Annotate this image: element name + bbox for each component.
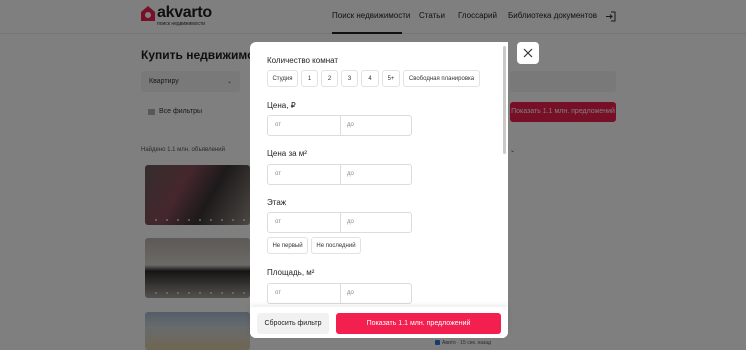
floor-from-input[interactable]: от	[275, 219, 281, 225]
area-from-input[interactable]: от	[275, 290, 281, 296]
modal-scrollbar[interactable]	[503, 46, 506, 154]
room-option-5plus[interactable]: 5+	[382, 70, 400, 87]
area-range: от до	[267, 283, 412, 304]
floor-title: Этаж	[267, 198, 287, 207]
floor-range: от до	[267, 212, 412, 233]
range-divider	[340, 165, 341, 184]
price-per-m2-from-input[interactable]: от	[275, 171, 281, 177]
range-divider	[340, 284, 341, 303]
price-title: Цена, ₽	[267, 101, 296, 110]
range-divider	[340, 213, 341, 232]
rooms-title: Количество комнат	[267, 56, 339, 65]
room-option-studio[interactable]: Студия	[267, 70, 298, 87]
room-option-2[interactable]: 2	[321, 70, 338, 87]
price-range: от до	[267, 115, 412, 136]
close-icon	[523, 48, 533, 58]
close-button[interactable]	[517, 42, 539, 64]
floor-not-first-chip[interactable]: Не первый	[267, 237, 308, 254]
price-from-input[interactable]: от	[275, 122, 281, 128]
room-option-1[interactable]: 1	[301, 70, 318, 87]
price-per-m2-title: Цена за м²	[267, 149, 307, 158]
floor-not-last-chip[interactable]: Не последний	[311, 237, 361, 254]
price-per-m2-range: от до	[267, 164, 412, 185]
show-offers-button[interactable]: Показать 1.1 млн. предложений	[336, 313, 501, 334]
area-to-input[interactable]: до	[347, 290, 354, 296]
price-to-input[interactable]: до	[347, 122, 354, 128]
reset-filter-button[interactable]: Сбросить фильтр	[257, 313, 329, 334]
room-option-3[interactable]: 3	[341, 70, 358, 87]
room-option-4[interactable]: 4	[361, 70, 379, 87]
area-title: Площадь, м²	[267, 268, 315, 277]
room-option-free-layout[interactable]: Свободная планировка	[403, 70, 480, 87]
floor-to-input[interactable]: до	[347, 219, 354, 225]
range-divider	[340, 116, 341, 135]
price-per-m2-to-input[interactable]: до	[347, 171, 354, 177]
